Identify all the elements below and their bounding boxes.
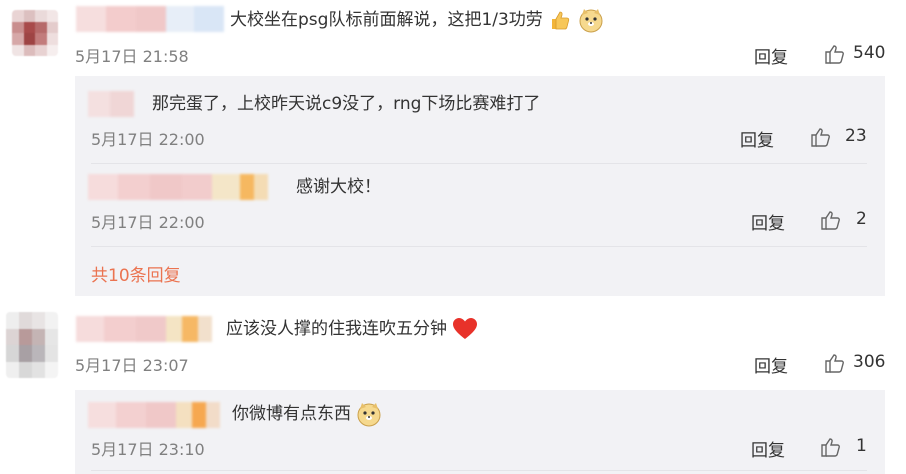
like-count: 23: [845, 126, 867, 146]
reply-username[interactable]: [88, 402, 220, 428]
like-icon[interactable]: [824, 352, 846, 374]
like-icon[interactable]: [820, 209, 842, 231]
username[interactable]: [76, 316, 212, 342]
reply-button[interactable]: 回复: [754, 43, 788, 68]
reply-text: 你微博有点东西: [232, 401, 382, 427]
comment-time: 5月17日 21:58: [75, 47, 189, 66]
like-icon[interactable]: [824, 43, 846, 65]
divider: [91, 163, 867, 164]
thumbs-up-icon: [548, 8, 572, 32]
reply-button[interactable]: 回复: [740, 126, 774, 151]
reply-button[interactable]: 回复: [754, 352, 788, 377]
heart-icon: [452, 317, 478, 341]
reply-button[interactable]: 回复: [751, 436, 785, 461]
reply-time: 5月17日 22:00: [91, 130, 205, 149]
reply-time: 5月17日 23:10: [91, 440, 205, 459]
reply-text: 感谢大校！: [296, 177, 381, 197]
like-count: 306: [853, 352, 886, 372]
reply-username[interactable]: [88, 174, 284, 200]
comment-text: 大校坐在psg队标前面解说，这把1/3功劳: [230, 7, 604, 33]
like-icon[interactable]: [810, 126, 832, 148]
doge-icon: [356, 401, 382, 427]
comment-text: 应该没人撑的住我连吹五分钟: [226, 316, 478, 342]
reply-time: 5月17日 22:00: [91, 213, 205, 232]
like-icon[interactable]: [820, 436, 842, 458]
avatar[interactable]: [6, 312, 58, 378]
reply-username[interactable]: [88, 91, 134, 117]
username[interactable]: [76, 6, 224, 32]
divider: [91, 470, 867, 471]
reply-button[interactable]: 回复: [751, 209, 785, 234]
avatar[interactable]: [12, 10, 58, 56]
doge-icon: [578, 7, 604, 33]
reply-text: 那完蛋了，上校昨天说c9没了，rng下场比赛难打了: [152, 94, 541, 114]
comment-time: 5月17日 23:07: [75, 356, 189, 375]
like-count: 1: [856, 436, 867, 456]
like-count: 540: [853, 43, 886, 63]
divider: [91, 246, 867, 247]
more-replies-link[interactable]: 共10条回复: [91, 261, 181, 286]
like-count: 2: [856, 209, 867, 229]
